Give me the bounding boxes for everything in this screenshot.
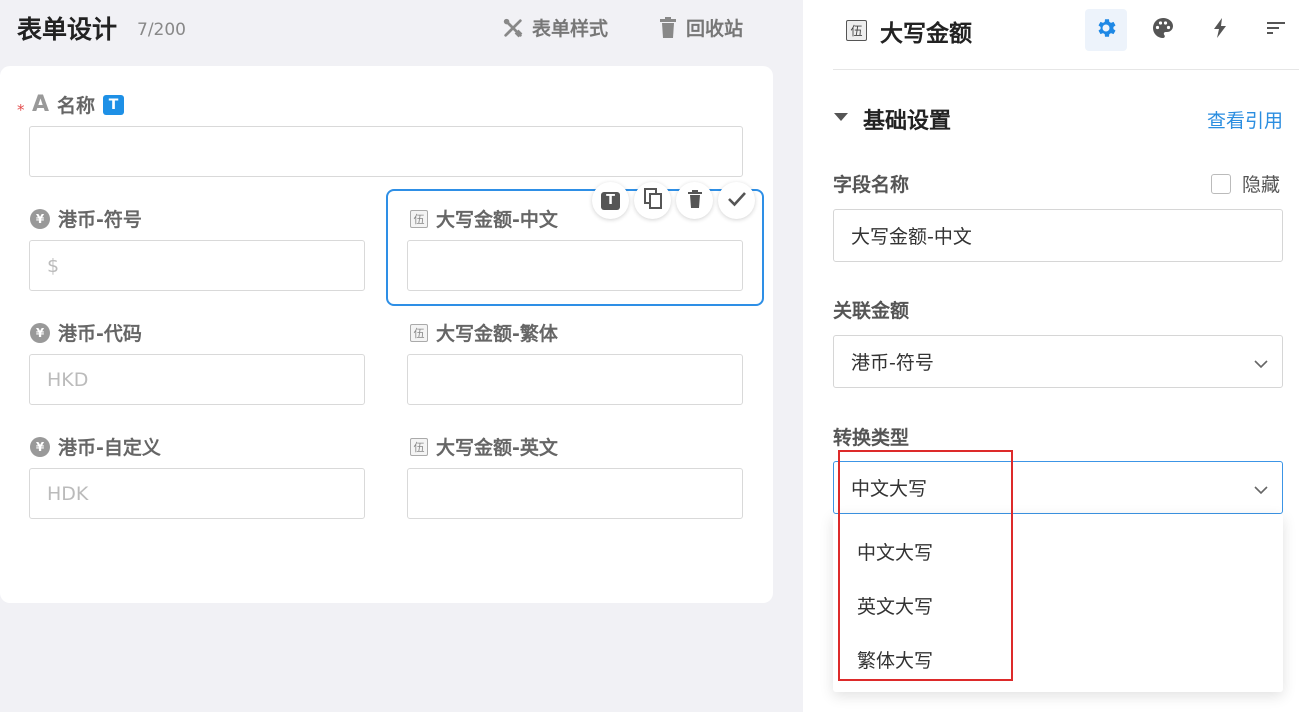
yen-icon: ¥ <box>30 208 50 229</box>
field-label-text: 名称 <box>57 95 96 117</box>
tab-style[interactable] <box>1142 9 1184 51</box>
option-chinese-capital[interactable]: 中文大写 <box>857 538 933 565</box>
checkbox-icon[interactable] <box>1211 173 1231 194</box>
page-title: 表单设计 <box>17 15 118 44</box>
wu-icon: 伍 <box>410 437 428 456</box>
check-icon <box>727 191 747 211</box>
tools-icon <box>502 17 524 39</box>
text-A-icon: A <box>32 92 50 117</box>
wu-icon: 伍 <box>410 209 428 228</box>
field-label-text: 大写金额-繁体 <box>436 323 558 345</box>
field-label-text: 大写金额-英文 <box>436 437 558 459</box>
linked-amount-value: 港币-符号 <box>851 352 934 374</box>
field-label-hkd-custom: ¥ 港币-自定义 <box>30 433 161 460</box>
delete-button[interactable] <box>676 182 713 219</box>
confirm-button[interactable] <box>718 182 755 219</box>
cn-capital-input[interactable] <box>407 240 743 291</box>
recycle-bin-button[interactable]: 回收站 <box>658 14 743 41</box>
designer-toolbar: 表单设计 7/200 表单样式 回收站 <box>0 0 803 60</box>
field-label-text: 大写金额-中文 <box>436 209 558 231</box>
field-label-text: 港币-自定义 <box>58 437 161 459</box>
linked-amount-select[interactable]: 港币-符号 <box>833 335 1283 388</box>
linked-amount-label: 关联金额 <box>833 300 910 322</box>
panel-title: 大写金额 <box>880 21 972 47</box>
panel-divider <box>833 69 1299 70</box>
field-label-hkd-symbol: ¥ 港币-符号 <box>30 205 142 232</box>
section-title[interactable]: 基础设置 <box>863 103 951 135</box>
copy-button[interactable] <box>634 182 671 219</box>
field-label-text: 港币-符号 <box>58 209 142 231</box>
hkd-symbol-input[interactable]: $ <box>29 240 365 291</box>
field-count: 7/200 <box>137 20 186 40</box>
form-style-button[interactable]: 表单样式 <box>502 14 608 41</box>
field-name-input[interactable]: 大写金额-中文 <box>833 209 1283 262</box>
recycle-bin-label: 回收站 <box>686 18 744 40</box>
form-style-label: 表单样式 <box>532 18 609 40</box>
settings-gear-icon <box>1094 16 1118 44</box>
title-toggle-button[interactable]: T <box>592 182 629 219</box>
field-action-bar: T <box>592 182 755 219</box>
field-label-cn-capital[interactable]: 伍 大写金额-中文 <box>410 205 558 232</box>
name-input[interactable] <box>29 126 743 177</box>
convert-type-dropdown: 中文大写 英文大写 繁体大写 <box>833 514 1283 692</box>
delete-icon <box>687 189 703 212</box>
title-toggle-icon: T <box>601 191 620 210</box>
option-traditional-capital[interactable]: 繁体大写 <box>857 646 933 673</box>
chevron-down-icon <box>1254 354 1268 376</box>
field-label-traditional-capital: 伍 大写金额-繁体 <box>410 319 558 346</box>
trash-icon <box>658 16 678 39</box>
convert-type-value: 中文大写 <box>851 478 928 500</box>
tab-events[interactable] <box>1199 9 1241 51</box>
tab-settings[interactable] <box>1085 9 1127 51</box>
chevron-down-icon <box>1254 480 1268 502</box>
convert-type-label: 转换类型 <box>833 427 910 449</box>
english-capital-input[interactable] <box>407 468 743 519</box>
palette-icon <box>1151 16 1175 44</box>
field-label-text: 港币-代码 <box>58 323 142 345</box>
view-references-link[interactable]: 查看引用 <box>1207 106 1283 133</box>
field-label-english-capital: 伍 大写金额-英文 <box>410 433 558 460</box>
required-star: * <box>17 101 25 119</box>
field-name-label: 字段名称 <box>833 174 910 196</box>
yen-icon: ¥ <box>30 436 50 457</box>
sort-lines-icon <box>1264 16 1288 44</box>
caret-down-icon[interactable] <box>834 113 848 121</box>
field-label-name: A 名称 T <box>32 91 125 118</box>
hide-checkbox[interactable]: 隐藏 <box>1211 170 1280 197</box>
wu-icon: 伍 <box>846 20 867 41</box>
convert-type-select[interactable]: 中文大写 <box>833 461 1283 514</box>
wu-icon: 伍 <box>410 323 428 342</box>
hkd-custom-input[interactable]: HDK <box>29 468 365 519</box>
tab-sort[interactable] <box>1255 9 1297 51</box>
lightning-icon <box>1208 16 1232 44</box>
hide-label: 隐藏 <box>1242 174 1281 196</box>
traditional-capital-input[interactable] <box>407 354 743 405</box>
form-designer-pane: 表单设计 7/200 表单样式 回收站 * A 名称 T ¥ 港币-符号 $ 伍… <box>0 0 803 712</box>
copy-icon <box>643 187 663 214</box>
title-badge-icon: T <box>103 94 125 115</box>
properties-panel: 伍 大写金额 基础设置 查看引用 字段名称 隐藏 大写金额-中文 关联金额 港币… <box>803 0 1309 712</box>
option-english-capital[interactable]: 英文大写 <box>857 592 933 619</box>
hkd-code-input[interactable]: HKD <box>29 354 365 405</box>
field-label-hkd-code: ¥ 港币-代码 <box>30 319 142 346</box>
yen-icon: ¥ <box>30 322 50 343</box>
